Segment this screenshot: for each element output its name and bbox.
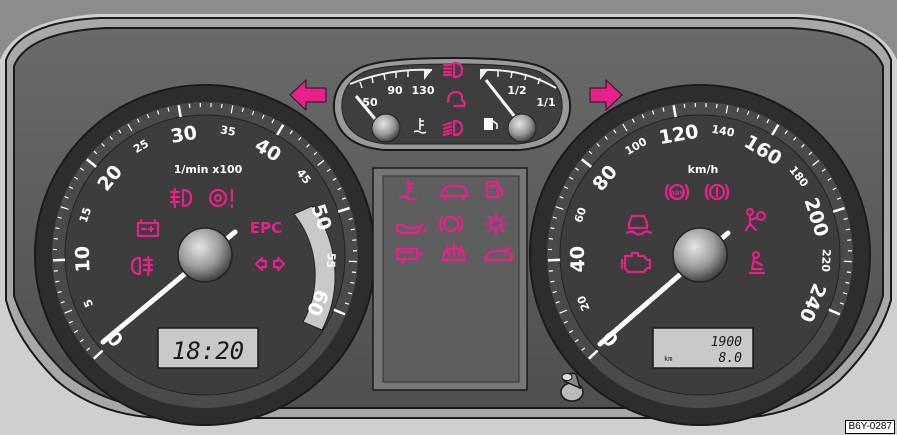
temperature-label-90: 90 — [387, 84, 403, 97]
warning-light-panel — [372, 167, 528, 391]
tachometer-unit-label: 1/min x100 — [174, 163, 243, 176]
speedometer-tick — [845, 281, 850, 284]
tachometer-tick — [350, 281, 355, 284]
tachometer-major-label: 30 — [169, 122, 199, 148]
temperature-fuel-pod: 50 90 130 1/2 1/1 — [332, 56, 572, 151]
clock-readout: 18:20 — [172, 337, 244, 365]
speedometer-tick — [550, 280, 555, 283]
tachometer-minor-label: 55 — [324, 253, 338, 269]
fuel-hub — [507, 113, 537, 143]
speedometer-major-label: 40 — [567, 246, 590, 273]
speedometer-hub — [672, 227, 728, 283]
reference-code: B6Y-0287 — [845, 420, 895, 434]
speedometer-tick — [550, 227, 555, 230]
speedometer-tick — [845, 228, 850, 231]
speedometer: 04080120 1602002402060100140180220 km/h 1… — [529, 84, 871, 426]
dashboard-illustration: 0102030 40506051525354555 1/min x100 18:2… — [0, 0, 897, 435]
tachometer: 0102030 40506051525354555 1/min x100 18:2… — [34, 84, 376, 426]
tachometer-minor-label: 35 — [219, 123, 236, 139]
fuel-label-half: 1/2 — [507, 84, 526, 97]
tachometer-tick — [350, 228, 355, 231]
tachometer-hub — [177, 227, 233, 283]
odometer-unit: km — [664, 355, 672, 363]
speedometer-unit-label: km/h — [688, 163, 719, 176]
epc-icon: EPC — [250, 219, 282, 237]
temperature-hub — [371, 113, 401, 143]
temperature-label-130: 130 — [412, 84, 435, 97]
instrument-cluster: 0 10 20 30 40 50 60 5 15 25 35 45 55 1/min x100 18:2… — [0, 0, 897, 435]
tachometer-tick — [55, 280, 60, 283]
fuel-label-full: 1/1 — [536, 96, 555, 109]
odometer-trip: 8.0 — [719, 351, 743, 366]
tachometer-tick — [55, 227, 60, 230]
svg-text:ABS: ABS — [670, 190, 684, 197]
speedometer-minor-label: 220 — [819, 249, 833, 273]
tachometer-major-label: 10 — [72, 246, 95, 273]
odometer-total: 1900 — [711, 335, 742, 350]
